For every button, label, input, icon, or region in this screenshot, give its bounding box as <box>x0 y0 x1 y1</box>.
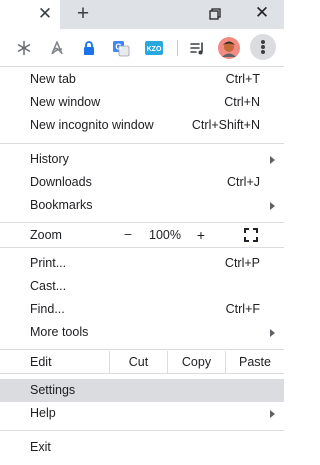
menu-item-label: Edit <box>30 355 52 369</box>
menu-item-label: History <box>30 152 69 166</box>
menu-item-label: Bookmarks <box>30 198 93 212</box>
menu-item-help[interactable]: Help <box>0 402 284 425</box>
menu-item-cast[interactable]: Cast... <box>0 275 284 298</box>
menu-item-label: New window <box>30 95 101 109</box>
menu-item-find[interactable]: Find... Ctrl+F <box>0 298 284 321</box>
three-dots-icon-dot <box>261 50 265 54</box>
menu-item-label: New tab <box>30 72 76 86</box>
three-dots-icon <box>261 40 265 44</box>
submenu-arrow-icon <box>270 156 275 164</box>
menu-item-new-window[interactable]: New window Ctrl+N <box>0 91 284 114</box>
menu-item-shortcut: Ctrl+N <box>224 95 260 109</box>
submenu-arrow-icon <box>270 329 275 337</box>
menu-item-label: Zoom <box>30 228 62 242</box>
menu-item-history[interactable]: History <box>0 148 284 171</box>
menu-item-settings[interactable]: Settings <box>0 379 284 402</box>
menu-button[interactable] <box>250 34 276 60</box>
zoom-in-button[interactable]: + <box>191 227 211 243</box>
browser-toolbar: G KZO <box>0 29 284 67</box>
app-menu: New tab Ctrl+T New window Ctrl+N New inc… <box>0 67 284 465</box>
snowflake-icon[interactable] <box>15 39 33 57</box>
menu-item-zoom: Zoom – 100% + <box>0 224 284 246</box>
menu-divider <box>0 143 284 144</box>
translate-icon-label: G <box>115 43 121 52</box>
menu-item-label: Downloads <box>30 175 92 189</box>
menu-item-label: New incognito window <box>30 118 154 132</box>
menu-item-shortcut: Ctrl+F <box>225 302 260 316</box>
toolbar-separator <box>177 40 178 56</box>
menu-item-label: Print... <box>30 256 67 270</box>
menu-item-shortcut: Ctrl+P <box>224 256 260 270</box>
menu-item-bookmarks[interactable]: Bookmarks <box>0 194 284 217</box>
kzo-icon[interactable]: KZO <box>144 39 164 57</box>
copy-button[interactable]: Copy <box>168 355 225 369</box>
menu-item-label: More tools <box>30 325 89 339</box>
menu-item-label: Help <box>30 406 56 420</box>
menu-divider <box>0 247 284 248</box>
paste-button[interactable]: Paste <box>226 355 284 369</box>
menu-divider <box>0 430 284 431</box>
menu-divider <box>0 349 284 350</box>
menu-item-more-tools[interactable]: More tools <box>0 321 284 344</box>
menu-item-shortcut: Ctrl+J <box>227 175 260 189</box>
menu-divider <box>0 222 284 223</box>
translate-icon[interactable]: G <box>112 39 130 57</box>
active-tab[interactable]: ✕ <box>0 0 60 29</box>
submenu-arrow-icon <box>270 410 275 418</box>
menu-item-new-tab[interactable]: New tab Ctrl+T <box>0 68 284 91</box>
kzo-icon-label: KZO <box>147 46 162 53</box>
menu-item-label: Settings <box>30 383 76 397</box>
menu-item-downloads[interactable]: Downloads Ctrl+J <box>0 171 284 194</box>
close-tab-icon[interactable]: ✕ <box>37 5 53 22</box>
menu-item-print[interactable]: Print... Ctrl+P <box>0 252 284 275</box>
restore-window-icon[interactable] <box>207 6 223 22</box>
tab-strip: ✕ + ✕ <box>0 0 284 29</box>
menu-divider <box>0 373 284 374</box>
close-window-icon[interactable]: ✕ <box>253 4 271 22</box>
menu-item-shortcut: Ctrl+Shift+N <box>191 118 260 132</box>
new-tab-button[interactable]: + <box>73 3 93 24</box>
fullscreen-icon[interactable] <box>244 228 258 242</box>
zoom-out-button[interactable]: – <box>118 227 138 241</box>
menu-item-label: Exit <box>30 440 51 454</box>
avatar[interactable] <box>218 37 240 59</box>
reading-list-icon[interactable] <box>188 39 206 57</box>
menu-item-label: Cast... <box>30 279 67 293</box>
cut-button[interactable]: Cut <box>110 355 167 369</box>
menu-item-new-incognito-window[interactable]: New incognito window Ctrl+Shift+N <box>0 114 284 137</box>
zoom-level: 100% <box>149 228 181 242</box>
lock-icon[interactable] <box>80 39 98 57</box>
menu-item-edit: Edit Cut Copy Paste <box>0 351 284 373</box>
menu-item-label: Find... <box>30 302 65 316</box>
acrobat-icon[interactable] <box>48 39 66 57</box>
submenu-arrow-icon <box>270 202 275 210</box>
three-dots-icon-dot <box>261 45 265 49</box>
menu-item-shortcut: Ctrl+T <box>225 72 260 86</box>
menu-item-exit[interactable]: Exit <box>0 436 284 459</box>
